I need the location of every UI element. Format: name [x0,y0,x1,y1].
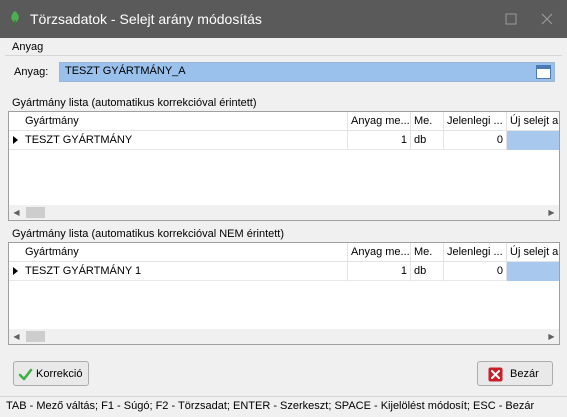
cell-gyartmany[interactable]: TESZT GYÁRTMÁNY 1 [22,262,348,281]
grid-not-affected[interactable]: Gyártmány Anyag me... Me. Jelenlegi ... … [8,242,560,345]
grid-header: Gyártmány Anyag me... Me. Jelenlegi ... … [9,243,559,262]
cell-anyag-me[interactable]: 1 [348,131,411,150]
anyag-field-label: Anyag: [14,66,49,78]
grid2-title: Gyártmány lista (automatikus korrekcióva… [12,228,285,240]
col-header-jelenlegi[interactable]: Jelenlegi ... [444,112,507,131]
col-header-gyartmany[interactable]: Gyártmány [22,243,348,262]
table-row[interactable]: TESZT GYÁRTMÁNY 1 1 db 0 [9,262,559,281]
scroll-left-icon[interactable]: ◀ [9,329,24,344]
horizontal-scrollbar[interactable]: ◀ ▶ [9,205,559,220]
status-text: TAB - Mező váltás; F1 - Súgó; F2 - Törzs… [6,400,535,412]
bezar-label: Bezár [510,368,539,380]
red-x-icon [488,367,503,382]
col-header-gyartmany[interactable]: Gyártmány [22,112,348,131]
anyag-group-title: Anyag [12,41,44,53]
cell-jelenlegi[interactable]: 0 [444,262,507,281]
grid-affected[interactable]: Gyártmány Anyag me... Me. Jelenlegi ... … [8,111,560,221]
cell-me[interactable]: db [411,131,444,150]
col-header-jelenlegi[interactable]: Jelenlegi ... [444,243,507,262]
cell-uj-selejt[interactable] [507,262,559,281]
horizontal-scrollbar[interactable]: ◀ ▶ [9,329,559,344]
maximize-icon[interactable] [501,9,521,29]
col-header-me[interactable]: Me. [411,112,444,131]
korrekcio-button[interactable]: Korrekció [13,361,89,386]
calendar-lookup-icon[interactable] [536,65,551,79]
scroll-thumb[interactable] [26,331,45,342]
table-row[interactable]: TESZT GYÁRTMÁNY 1 db 0 [9,131,559,150]
cell-uj-selejt[interactable] [507,131,559,150]
cell-me[interactable]: db [411,262,444,281]
col-header-anyag-me[interactable]: Anyag me... [348,112,411,131]
group-divider [5,55,562,56]
scroll-thumb[interactable] [26,207,45,218]
green-leaf-icon [11,11,19,26]
indicator-header [9,243,22,262]
grid-header: Gyártmány Anyag me... Me. Jelenlegi ... … [9,112,559,131]
cell-anyag-me[interactable]: 1 [348,262,411,281]
row-pointer-icon [9,262,22,281]
indicator-header [9,112,22,131]
close-icon[interactable] [537,9,557,29]
cell-jelenlegi[interactable]: 0 [444,131,507,150]
scroll-right-icon[interactable]: ▶ [544,329,559,344]
cell-gyartmany[interactable]: TESZT GYÁRTMÁNY [22,131,348,150]
korrekcio-label: Korrekció [36,368,83,380]
checkmark-icon [18,368,33,381]
col-header-uj-selejt[interactable]: Új selejt a... [507,243,559,262]
col-header-anyag-me[interactable]: Anyag me... [348,243,411,262]
title-bar: Törzsadatok - Selejt arány módosítás [0,0,567,38]
row-pointer-icon [9,131,22,150]
col-header-me[interactable]: Me. [411,243,444,262]
scroll-left-icon[interactable]: ◀ [9,205,24,220]
window-title: Törzsadatok - Selejt arány módosítás [30,11,262,27]
scroll-right-icon[interactable]: ▶ [544,205,559,220]
anyag-field[interactable]: TESZT GYÁRTMÁNY_A [59,62,555,82]
grid1-title: Gyártmány lista (automatikus korrekcióva… [12,97,257,109]
col-header-uj-selejt[interactable]: Új selejt a... [507,112,559,131]
button-bar: Korrekció Bezár [0,350,567,394]
bezar-button[interactable]: Bezár [477,361,553,386]
status-bar: TAB - Mező váltás; F1 - Súgó; F2 - Törzs… [0,396,567,417]
anyag-field-value: TESZT GYÁRTMÁNY_A [65,65,186,77]
